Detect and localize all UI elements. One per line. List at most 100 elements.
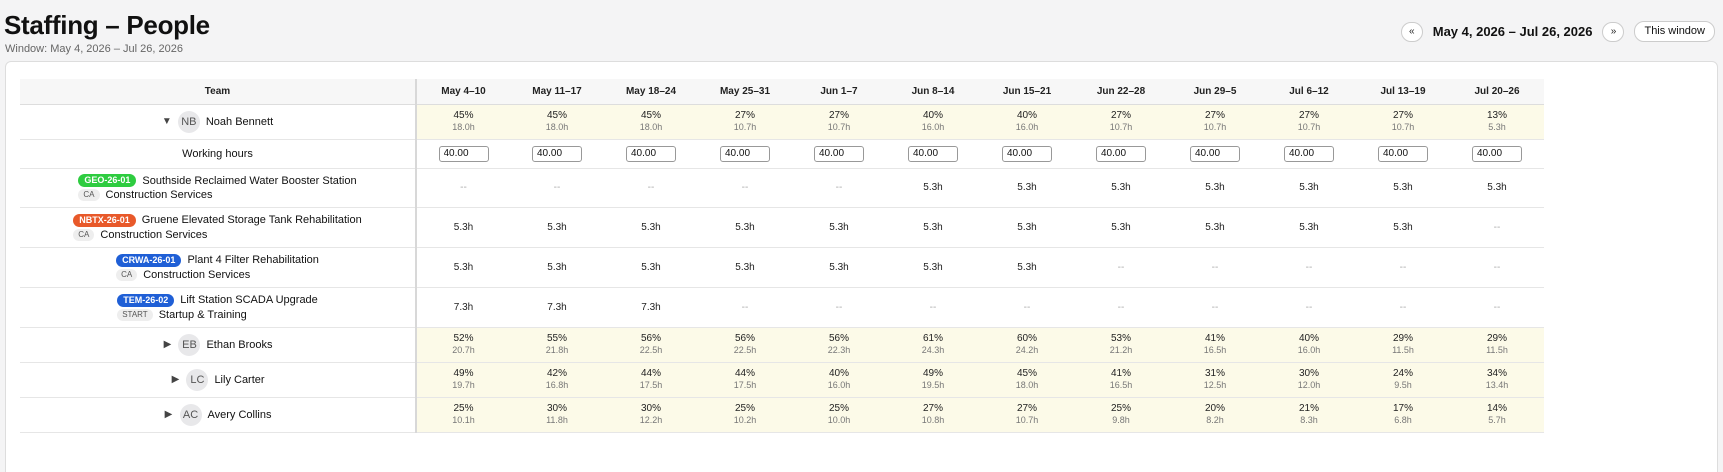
allocation-cell[interactable]: -- [1262,287,1356,328]
working-hours-input[interactable] [814,145,864,162]
project-code-badge[interactable]: NBTX-26-01 [73,213,136,227]
allocation-cell[interactable]: -- [1168,287,1262,328]
utilization-cell[interactable]: 61% 24.3h [886,327,980,363]
allocation-cell[interactable]: 5.3h [698,207,792,248]
working-hours-input[interactable] [1190,145,1240,162]
prev-window-button[interactable]: « [1400,21,1423,42]
allocation-cell[interactable]: 5.3h [1262,207,1356,248]
allocation-cell[interactable]: 5.3h [792,247,886,288]
allocation-cell[interactable]: 5.3h [510,207,604,248]
person-name[interactable]: Avery Collins [208,409,272,421]
utilization-cell[interactable]: 55% 21.8h [510,327,604,363]
utilization-cell[interactable]: 49% 19.7h [416,362,510,398]
allocation-cell[interactable]: 5.3h [510,247,604,288]
working-hours-input[interactable] [438,145,489,162]
utilization-cell[interactable]: 20% 8.2h [1168,397,1262,433]
allocation-cell[interactable]: -- [886,287,980,328]
allocation-cell[interactable]: -- [1168,247,1262,288]
allocation-cell[interactable]: 5.3h [1168,168,1262,208]
person-name[interactable]: Noah Bennett [206,116,273,128]
utilization-cell[interactable]: 30% 12.0h [1262,362,1356,398]
working-hours-input[interactable] [1472,145,1522,162]
utilization-cell[interactable]: 45% 18.0h [980,362,1074,398]
utilization-cell[interactable]: 27% 10.7h [1262,104,1356,140]
allocation-cell[interactable]: 5.3h [980,207,1074,248]
utilization-cell[interactable]: 21% 8.3h [1262,397,1356,433]
utilization-cell[interactable]: 53% 21.2h [1074,327,1168,363]
allocation-cell[interactable]: -- [1356,287,1450,328]
allocation-cell[interactable]: 5.3h [886,247,980,288]
allocation-cell[interactable]: 7.3h [510,287,604,328]
utilization-cell[interactable]: 44% 17.5h [698,362,792,398]
utilization-cell[interactable]: 56% 22.5h [604,327,698,363]
utilization-cell[interactable]: 45% 18.0h [416,104,510,140]
allocation-cell[interactable]: 7.3h [604,287,698,328]
utilization-cell[interactable]: 27% 10.7h [698,104,792,140]
utilization-cell[interactable]: 49% 19.5h [886,362,980,398]
utilization-cell[interactable]: 42% 16.8h [510,362,604,398]
allocation-cell[interactable]: 5.3h [1168,207,1262,248]
working-hours-input[interactable] [1002,145,1052,162]
allocation-cell[interactable]: 5.3h [1074,207,1168,248]
allocation-cell[interactable]: 5.3h [604,207,698,248]
utilization-cell[interactable]: 45% 18.0h [510,104,604,140]
utilization-cell[interactable]: 25% 9.8h [1074,397,1168,433]
allocation-cell[interactable]: -- [510,168,604,208]
expand-caret-icon[interactable]: ▶ [170,374,180,385]
allocation-cell[interactable]: -- [698,287,792,328]
allocation-cell[interactable]: 5.3h [792,207,886,248]
allocation-cell[interactable]: 5.3h [1356,168,1450,208]
working-hours-input[interactable] [908,145,958,162]
utilization-cell[interactable]: 27% 10.7h [792,104,886,140]
project-code-badge[interactable]: CRWA-26-01 [116,253,182,267]
utilization-cell[interactable]: 27% 10.7h [980,397,1074,433]
allocation-cell[interactable]: -- [980,287,1074,328]
utilization-cell[interactable]: 17% 6.8h [1356,397,1450,433]
expand-caret-icon[interactable]: ▼ [162,116,172,127]
allocation-cell[interactable]: -- [792,287,886,328]
project-code-badge[interactable]: GEO-26-01 [78,174,137,187]
allocation-cell[interactable]: 5.3h [886,207,980,248]
working-hours-input[interactable] [1096,145,1146,162]
allocation-cell[interactable]: 5.3h [886,168,980,208]
allocation-cell[interactable]: -- [1356,247,1450,288]
working-hours-input[interactable] [720,145,770,162]
working-hours-input[interactable] [626,145,676,162]
utilization-cell[interactable]: 40% 16.0h [792,362,886,398]
allocation-cell[interactable]: -- [1450,287,1544,328]
utilization-cell[interactable]: 34% 13.4h [1450,362,1544,398]
allocation-cell[interactable]: 5.3h [1074,168,1168,208]
allocation-cell[interactable]: -- [1450,207,1544,248]
utilization-cell[interactable]: 30% 11.8h [510,397,604,433]
allocation-cell[interactable]: 5.3h [1262,168,1356,208]
utilization-cell[interactable]: 25% 10.1h [416,397,510,433]
utilization-cell[interactable]: 25% 10.0h [792,397,886,433]
utilization-cell[interactable]: 31% 12.5h [1168,362,1262,398]
utilization-cell[interactable]: 56% 22.3h [792,327,886,363]
project-code-badge[interactable]: TEM-26-02 [117,293,175,307]
allocation-cell[interactable]: 5.3h [604,247,698,288]
allocation-cell[interactable]: 5.3h [980,168,1074,208]
working-hours-input[interactable] [1378,145,1428,162]
allocation-cell[interactable]: -- [698,168,792,208]
this-window-button[interactable]: This window [1634,21,1715,42]
allocation-cell[interactable]: 5.3h [416,247,510,288]
allocation-cell[interactable]: -- [792,168,886,208]
utilization-cell[interactable]: 30% 12.2h [604,397,698,433]
utilization-cell[interactable]: 40% 16.0h [980,104,1074,140]
utilization-cell[interactable]: 27% 10.8h [886,397,980,433]
project-name[interactable]: Gruene Elevated Storage Tank Rehabilitat… [142,214,362,226]
utilization-cell[interactable]: 13% 5.3h [1450,104,1544,140]
utilization-cell[interactable]: 29% 11.5h [1356,327,1450,363]
utilization-cell[interactable]: 24% 9.5h [1356,362,1450,398]
utilization-cell[interactable]: 29% 11.5h [1450,327,1544,363]
project-name[interactable]: Southside Reclaimed Water Booster Statio… [142,175,356,187]
utilization-cell[interactable]: 41% 16.5h [1168,327,1262,363]
utilization-cell[interactable]: 41% 16.5h [1074,362,1168,398]
utilization-cell[interactable]: 52% 20.7h [416,327,510,363]
utilization-cell[interactable]: 60% 24.2h [980,327,1074,363]
working-hours-input[interactable] [532,145,582,162]
person-name[interactable]: Lily Carter [214,374,264,386]
project-name[interactable]: Plant 4 Filter Rehabilitation [187,254,318,266]
utilization-cell[interactable]: 25% 10.2h [698,397,792,433]
